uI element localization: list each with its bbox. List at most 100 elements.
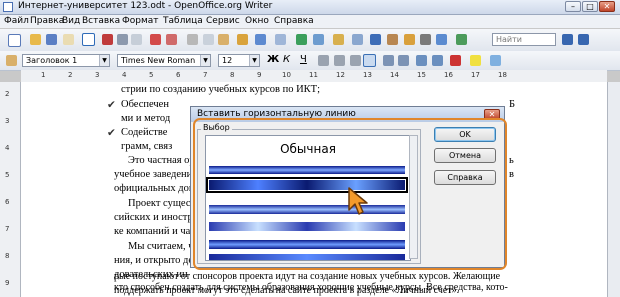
- doc-line: учебное заведени: [114, 169, 193, 180]
- mouse-pointer-icon: [348, 187, 368, 215]
- menu-file[interactable]: Файл: [4, 16, 29, 26]
- menu-format[interactable]: Формат: [122, 16, 159, 26]
- font-name-value: Times New Roman: [121, 56, 196, 65]
- increase-indent-icon[interactable]: [432, 55, 443, 66]
- find-next-icon[interactable]: [562, 34, 573, 45]
- doc-line: рые поступают от спонсоров проекта идут …: [114, 271, 501, 282]
- underline-button[interactable]: Ч: [300, 54, 307, 66]
- menu-view[interactable]: Вид: [62, 16, 80, 26]
- font-color-icon[interactable]: [450, 55, 461, 66]
- hyperlink-icon[interactable]: [296, 34, 307, 45]
- menu-window[interactable]: Окно: [245, 16, 269, 26]
- find-replace-icon[interactable]: [352, 34, 363, 45]
- ruler-tick: 7: [5, 225, 10, 233]
- menu-tools[interactable]: Сервис: [206, 16, 240, 26]
- new-document-icon[interactable]: [8, 34, 21, 47]
- ruler-tick: 18: [498, 71, 507, 79]
- decrease-indent-icon[interactable]: [416, 55, 427, 66]
- menu-insert[interactable]: Вставка: [82, 16, 120, 26]
- ruler-tick: 14: [390, 71, 399, 79]
- doc-line: грамм, связ: [121, 141, 173, 152]
- zoom-icon[interactable]: [436, 34, 447, 45]
- ruler-tick: 3: [95, 71, 100, 79]
- ruler-tick: 3: [5, 117, 10, 125]
- font-name-select[interactable]: Times New Roman ▼: [117, 54, 211, 67]
- ruler-tick: 11: [309, 71, 318, 79]
- ruler-tick: 9: [5, 279, 10, 287]
- spellcheck-icon[interactable]: [150, 34, 161, 45]
- menu-table[interactable]: Таблица: [163, 16, 203, 26]
- maximize-button[interactable]: □: [582, 1, 598, 12]
- ruler-tick: 16: [444, 71, 453, 79]
- ruler-tick: 5: [149, 71, 154, 79]
- menu-edit[interactable]: Правка: [30, 16, 64, 26]
- numbering-icon[interactable]: [383, 55, 394, 66]
- bullets-icon[interactable]: [398, 55, 409, 66]
- ruler-tick: 17: [471, 71, 480, 79]
- chevron-down-icon: ▼: [99, 55, 109, 66]
- save-icon[interactable]: [46, 34, 57, 45]
- autospellcheck-icon[interactable]: [166, 34, 177, 45]
- background-color-icon[interactable]: [490, 55, 501, 66]
- chevron-down-icon: ▼: [249, 55, 259, 66]
- table-icon[interactable]: [313, 34, 324, 45]
- find-previous-icon[interactable]: [578, 34, 589, 45]
- paragraph-style-select[interactable]: Заголовок 1 ▼: [22, 54, 110, 67]
- ruler-tick: 4: [122, 71, 127, 79]
- data-sources-icon[interactable]: [404, 34, 415, 45]
- justify-icon[interactable]: [363, 54, 376, 67]
- gallery-icon[interactable]: [387, 34, 398, 45]
- doc-line: стрии по созданию учебных курсов по ИКТ;: [121, 84, 321, 95]
- open-folder-icon[interactable]: [30, 34, 41, 45]
- doc-fragment: Б: [509, 99, 516, 110]
- minimize-button[interactable]: –: [565, 1, 581, 12]
- bullet-check-icon: ✔: [107, 128, 116, 139]
- writer-app-icon: [3, 2, 13, 12]
- edit-file-icon[interactable]: [82, 33, 95, 46]
- nonprinting-chars-icon[interactable]: [420, 34, 431, 45]
- doc-line: ми и метод: [121, 113, 171, 124]
- redo-icon[interactable]: [275, 34, 286, 45]
- font-size-select[interactable]: 12 ▼: [218, 54, 260, 67]
- vertical-scrollbar[interactable]: [607, 82, 620, 297]
- align-right-icon[interactable]: [350, 55, 361, 66]
- doc-line: Это частная ор: [128, 155, 195, 166]
- ruler-tick: 2: [68, 71, 73, 79]
- undo-icon[interactable]: [255, 34, 266, 45]
- ruler-tick: 13: [363, 71, 372, 79]
- show-draw-icon[interactable]: [333, 34, 344, 45]
- chevron-down-icon: ▼: [200, 55, 210, 66]
- cut-icon[interactable]: [187, 34, 198, 45]
- page-preview-icon[interactable]: [131, 34, 142, 45]
- window-title: Интернет-университет 123.odt - OpenOffic…: [18, 1, 273, 11]
- ruler-tick: 7: [203, 71, 208, 79]
- doc-line: Содействе: [121, 127, 168, 138]
- font-size-value: 12: [222, 56, 233, 65]
- help-icon[interactable]: [456, 34, 467, 45]
- paragraph-style-value: Заголовок 1: [26, 56, 78, 65]
- highlight-icon[interactable]: [470, 55, 481, 66]
- align-center-icon[interactable]: [334, 55, 345, 66]
- close-button[interactable]: ✕: [599, 1, 615, 12]
- export-pdf-icon[interactable]: [102, 34, 113, 45]
- email-icon[interactable]: [63, 34, 74, 45]
- copy-icon[interactable]: [203, 34, 214, 45]
- styles-formatting-icon[interactable]: [6, 55, 17, 66]
- title-bar: Интернет-университет 123.odt - OpenOffic…: [0, 0, 620, 15]
- find-input[interactable]: Найти: [492, 33, 556, 46]
- print-icon[interactable]: [117, 34, 128, 45]
- doc-line: Обеспечен: [121, 99, 169, 110]
- format-paintbrush-icon[interactable]: [237, 34, 248, 45]
- paste-icon[interactable]: [218, 34, 229, 45]
- ruler-tick: 8: [5, 252, 10, 260]
- italic-button[interactable]: К: [283, 54, 290, 66]
- align-left-icon[interactable]: [318, 55, 329, 66]
- menu-help[interactable]: Справка: [274, 16, 314, 26]
- ruler-tick: 15: [417, 71, 426, 79]
- navigator-icon[interactable]: [370, 34, 381, 45]
- doc-line: Мы считаем, ч: [128, 241, 194, 252]
- bold-button[interactable]: Ж: [267, 54, 279, 66]
- vertical-ruler: 2 3 4 5 6 7 8 9: [0, 82, 21, 297]
- ruler-tick: 1: [41, 71, 46, 79]
- doc-line: Проект сущест: [128, 198, 196, 209]
